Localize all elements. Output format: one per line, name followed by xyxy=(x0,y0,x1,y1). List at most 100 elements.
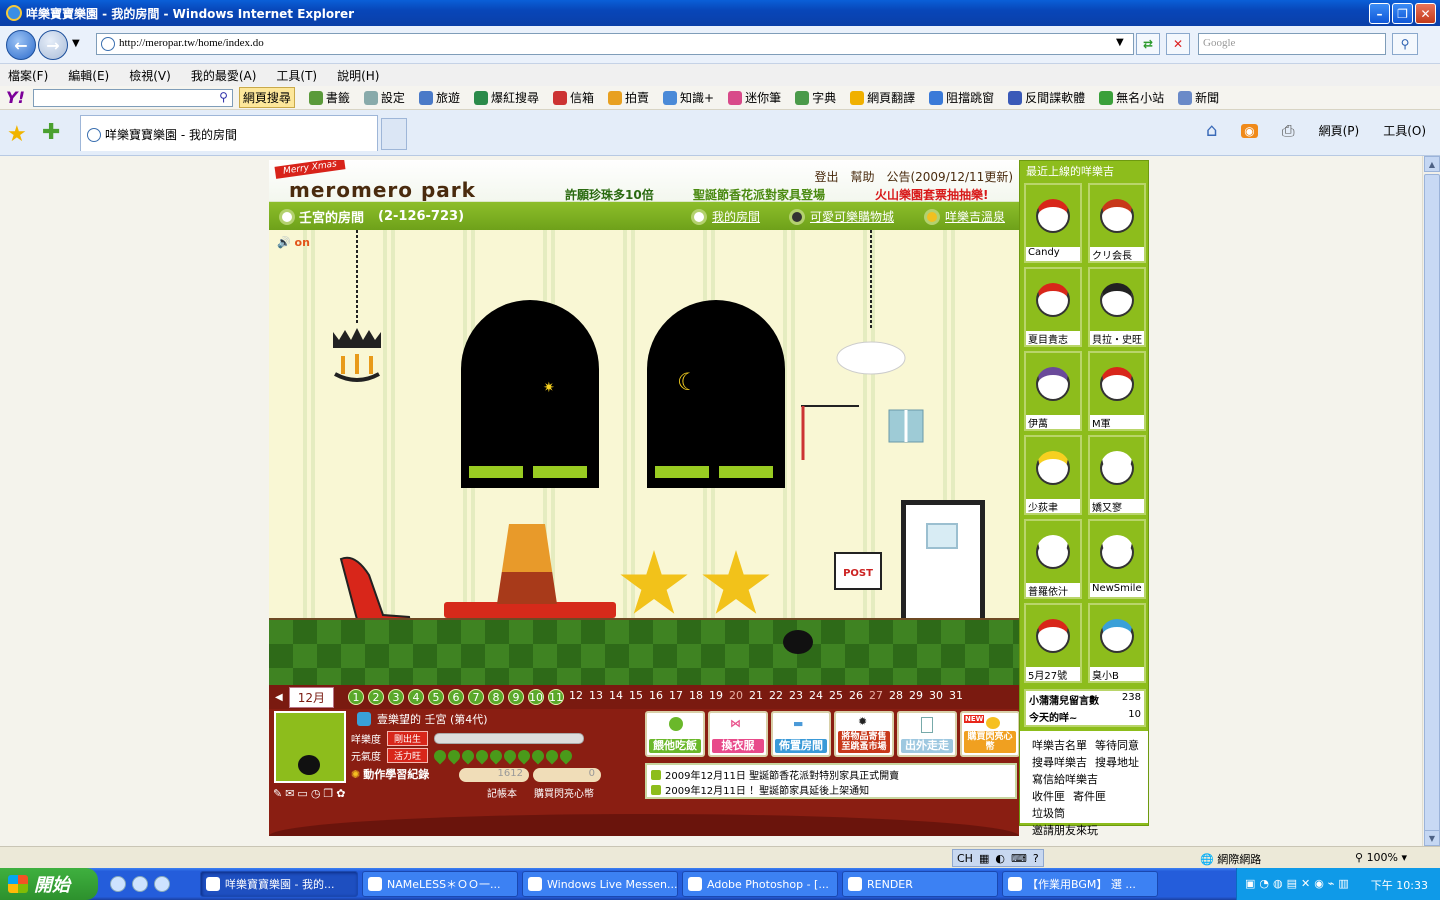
scroll-down-icon[interactable]: ▼ xyxy=(1424,830,1440,846)
yahoo-item-mail[interactable]: 信箱 xyxy=(552,89,594,106)
feed-button[interactable]: 餵他吃飯 xyxy=(645,711,705,757)
yahoo-search-input[interactable]: ⚲ xyxy=(32,88,233,107)
taskbar-item-messenger[interactable]: Windows Live Messen... xyxy=(522,871,678,897)
change-clothes-button[interactable]: ⋈ 換衣服 xyxy=(708,711,768,757)
taskbar-item-photoshop[interactable]: Adobe Photoshop - [... xyxy=(682,871,838,897)
calendar-day[interactable]: 30 xyxy=(926,689,946,705)
taskbar-item-nameless[interactable]: NAMeLESS＊ＯＯ一... xyxy=(362,871,518,897)
yahoo-item-popup-blocker[interactable]: 阻擋跳窗 xyxy=(929,89,994,106)
today-count-row[interactable]: 今天的咩~ 10 xyxy=(1026,708,1144,725)
calendar-day[interactable]: 27 xyxy=(866,689,886,705)
taskbar-item-ie[interactable]: 咩樂寶寶樂園 - 我的... xyxy=(200,871,358,897)
address-dropdown-icon[interactable]: ▼ xyxy=(1116,37,1124,48)
language-bar[interactable]: CH ▦ ◐ ⌨ ? xyxy=(952,849,1044,867)
pending-link[interactable]: 等待同意 xyxy=(1095,737,1139,754)
calendar-day[interactable]: 11 xyxy=(547,689,564,705)
chandelier-icon[interactable] xyxy=(329,230,385,390)
search-address-link[interactable]: 搜尋地址 xyxy=(1095,754,1139,771)
calendar-day[interactable]: 6 xyxy=(447,689,464,705)
news-item[interactable]: 2009年12月11日 聖誕節香花派對特別家具正式開賣 xyxy=(651,767,1011,782)
stop-button[interactable]: ✕ xyxy=(1166,33,1190,55)
minimize-button[interactable]: – xyxy=(1369,3,1390,24)
scrollbar-thumb[interactable] xyxy=(1424,174,1440,834)
calendar-day[interactable]: 24 xyxy=(806,689,826,705)
calendar-day[interactable]: 29 xyxy=(906,689,926,705)
yahoo-logo[interactable]: Y! xyxy=(6,88,25,107)
favorites-star-icon[interactable]: ★ xyxy=(7,122,27,147)
calendar-day[interactable]: 1 xyxy=(347,689,364,705)
history-dropdown-icon[interactable]: ▼ xyxy=(72,38,80,49)
calendar-day[interactable]: 18 xyxy=(686,689,706,705)
friend-card[interactable]: 夏目貴志 xyxy=(1024,267,1082,347)
write-letter-link[interactable]: 寫信給咩樂吉 xyxy=(1032,771,1098,788)
room-door[interactable] xyxy=(901,500,985,622)
refresh-button[interactable]: ⇄ xyxy=(1136,33,1160,55)
message-count-row[interactable]: 小蒲蒲兒留言數 238 xyxy=(1026,691,1144,708)
friend-list-link[interactable]: 咩樂吉名單 xyxy=(1032,737,1087,754)
inbox-link[interactable]: 收件匣 xyxy=(1032,788,1065,805)
yahoo-item-bookmarks[interactable]: 書籤 xyxy=(308,89,350,106)
scroll-up-icon[interactable]: ▲ xyxy=(1424,156,1440,172)
rss-feed-icon[interactable]: ◉ xyxy=(1241,123,1258,138)
my-room-link[interactable]: 我的房間 xyxy=(691,208,760,225)
tab-active[interactable]: 咩樂寶寶樂園 - 我的房間 xyxy=(80,115,378,151)
new-tab-button[interactable] xyxy=(381,118,407,150)
calendar-day[interactable]: 26 xyxy=(846,689,866,705)
coins-label[interactable]: 購買閃亮心幣 xyxy=(534,785,594,800)
meromero-park-logo[interactable]: meromero park xyxy=(289,178,476,201)
room-scene[interactable]: 🔊 on ✷ ☾ POST xyxy=(269,230,1019,685)
calendar-day[interactable]: 5 xyxy=(427,689,444,705)
friend-card[interactable]: M軍 xyxy=(1088,351,1146,431)
calendar-day[interactable]: 3 xyxy=(387,689,404,705)
calendar-day[interactable]: 7 xyxy=(467,689,484,705)
back-button[interactable]: ← xyxy=(6,30,36,60)
menu-view[interactable]: 檢視(V) xyxy=(129,67,171,84)
keyboard-icon[interactable]: ⌨ xyxy=(1011,852,1027,865)
zoom-level[interactable]: ⚲ 100% ▾ xyxy=(1355,851,1407,864)
taskbar-item-render[interactable]: RENDER xyxy=(842,871,998,897)
calendar-day[interactable]: 4 xyxy=(407,689,424,705)
yahoo-search-button[interactable]: 網頁搜尋 xyxy=(238,87,295,108)
star-stool-right[interactable] xyxy=(702,550,770,614)
promo-volcano[interactable]: 火山樂園套票抽抽樂! xyxy=(875,186,988,201)
media-quicklaunch-icon[interactable] xyxy=(154,876,170,892)
yahoo-item-notepad[interactable]: 迷你筆 xyxy=(728,89,781,106)
yahoo-item-antispyware[interactable]: 反間諜軟體 xyxy=(1008,89,1085,106)
friend-card[interactable]: 普羅依汁 xyxy=(1024,519,1082,599)
yahoo-item-settings[interactable]: 設定 xyxy=(363,89,405,106)
menu-file[interactable]: 檔案(F) xyxy=(8,67,48,84)
yahoo-item-wretch[interactable]: 無名小站 xyxy=(1099,89,1164,106)
calendar-day[interactable]: 8 xyxy=(487,689,504,705)
yahoo-item-travel[interactable]: 旅遊 xyxy=(418,89,460,106)
calendar-day[interactable]: 16 xyxy=(646,689,666,705)
friend-card[interactable]: 臭小B xyxy=(1088,603,1146,683)
fullwidth-icon[interactable]: ◐ xyxy=(995,852,1005,865)
decorate-room-button[interactable]: ▬ 佈置房間 xyxy=(771,711,831,757)
friend-card[interactable]: Candy xyxy=(1024,183,1082,263)
friend-card[interactable]: 5月27號 xyxy=(1024,603,1082,683)
calendar-day[interactable]: 28 xyxy=(886,689,906,705)
menu-help[interactable]: 說明(H) xyxy=(337,67,379,84)
start-button[interactable]: 開始 xyxy=(0,868,98,900)
add-favorite-icon[interactable]: ✚ xyxy=(42,120,60,145)
tools-menu[interactable]: 工具(O) xyxy=(1383,122,1426,139)
print-icon[interactable]: ⎙ xyxy=(1282,121,1295,141)
learn-record-link[interactable]: ✺ 動作學習紀錄 xyxy=(351,766,429,782)
calendar-day[interactable]: 10 xyxy=(527,689,544,705)
tool-icons[interactable]: ✎✉▭◷❐✿ xyxy=(273,787,349,800)
menu-favorites[interactable]: 我的最愛(A) xyxy=(191,67,257,84)
ime-mode-icon[interactable]: ▦ xyxy=(979,852,989,865)
yahoo-item-trending[interactable]: 爆紅搜尋 xyxy=(473,89,539,106)
calendar-day[interactable]: 2 xyxy=(367,689,384,705)
search-button[interactable]: ⚲ xyxy=(1392,33,1418,55)
help-link[interactable]: 幫助 xyxy=(850,168,874,185)
friend-card[interactable]: 少荻聿 xyxy=(1024,435,1082,515)
yahoo-item-auction[interactable]: 拍賣 xyxy=(607,89,649,106)
friend-card[interactable]: NewSmile xyxy=(1088,519,1146,599)
vertical-scrollbar[interactable]: ▲ ▼ xyxy=(1422,156,1440,846)
menu-tools[interactable]: 工具(T) xyxy=(276,67,317,84)
news-item[interactable]: 2009年12月11日 ！聖誕節家具延後上架通知 xyxy=(651,782,1011,797)
trash-link[interactable]: 垃圾筒 xyxy=(1032,805,1065,822)
forward-button[interactable]: → xyxy=(38,30,68,60)
calendar-day[interactable]: 31 xyxy=(946,689,966,705)
